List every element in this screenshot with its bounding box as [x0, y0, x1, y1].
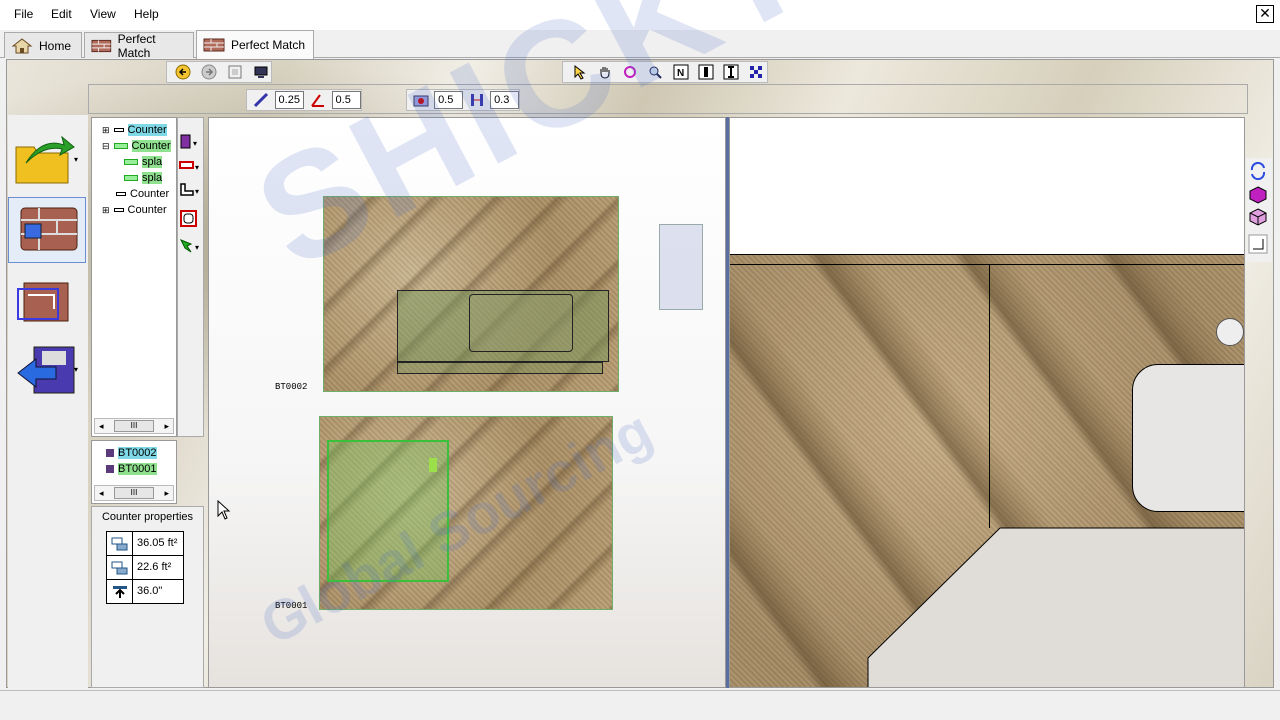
gap-field[interactable]: 0.3 — [490, 91, 519, 109]
counter-tree: ⊞ Counter ⊟ Counter spla spla Counter ⊞ Cou… — [91, 117, 177, 437]
detail-view[interactable] — [729, 117, 1245, 688]
l-shape-icon[interactable]: ▾ — [179, 182, 201, 201]
menu-view[interactable]: View — [90, 7, 116, 21]
nav-toolbar — [166, 61, 272, 83]
tab-bar: Home Perfect Match Perfect Match — [0, 30, 1280, 60]
stone-slab-icon — [203, 38, 225, 52]
view-toolbar: N — [562, 61, 768, 83]
pan-hand-icon[interactable] — [594, 61, 615, 83]
monitor-icon[interactable] — [251, 61, 271, 83]
angle-icon — [307, 89, 329, 111]
area-icon — [107, 532, 133, 555]
fit-view-icon[interactable] — [225, 61, 245, 83]
counter-properties-title: Counter properties — [101, 511, 194, 523]
split-vertical-icon[interactable] — [695, 61, 716, 83]
counter-properties-panel: Counter properties 36.05 ft² 22.6 ft² 36… — [91, 506, 204, 688]
svg-text:N: N — [677, 68, 684, 79]
ghost-piece[interactable] — [659, 224, 703, 310]
green-arrow-icon[interactable]: ▾ — [179, 238, 201, 257]
menu-bar: File Edit View Help ✕ — [0, 0, 1280, 30]
sink-cutout-outline[interactable] — [469, 294, 573, 352]
zoom-icon[interactable] — [645, 61, 666, 83]
area-row: 22.6 ft² — [107, 556, 183, 580]
normal-view-icon[interactable]: N — [670, 61, 691, 83]
offset-field[interactable]: 0.5 — [434, 91, 463, 109]
pointer-icon[interactable] — [569, 61, 590, 83]
dropdown-arrow-icon[interactable]: ▾ — [74, 155, 78, 164]
tree-item[interactable]: spla — [102, 170, 176, 186]
tab-label: Perfect Match — [117, 31, 156, 60]
stone-slab-icon — [91, 39, 112, 52]
rotate-icon[interactable] — [620, 61, 641, 83]
tab-label: Home — [39, 38, 72, 53]
left-toolbar: ▾ ▾ — [8, 115, 88, 688]
close-icon[interactable]: ✕ — [1256, 5, 1274, 23]
cube-magenta-icon[interactable] — [1248, 186, 1268, 207]
tab-home[interactable]: Home — [4, 32, 82, 58]
tree-scrollbar[interactable]: ◂ III ▸ — [94, 418, 174, 434]
grid-spacing-field[interactable]: 0.25 — [274, 91, 304, 109]
svg-text:▾: ▾ — [195, 187, 199, 196]
back-arrow-icon[interactable] — [173, 61, 193, 83]
refresh-icon[interactable] — [1248, 161, 1268, 183]
svg-text:▾: ▾ — [193, 139, 197, 148]
stone-slab-icon — [20, 207, 78, 251]
tab-perfect-match-1[interactable]: Perfect Match — [84, 31, 194, 60]
dropdown-arrow-icon[interactable]: ▾ — [74, 365, 78, 374]
camera-icon — [410, 89, 431, 111]
open-folder-icon[interactable] — [12, 133, 76, 187]
tree-item[interactable]: ⊟ Counter — [102, 138, 176, 154]
area-icon — [107, 556, 133, 579]
right-toolbar — [1246, 158, 1272, 262]
backsplash-outline[interactable] — [397, 362, 603, 374]
svg-text:▾: ▾ — [195, 243, 199, 252]
slab-list-item[interactable]: BT0002 — [106, 445, 176, 461]
menu-file[interactable]: File — [14, 7, 33, 21]
slab-list: BT0002 BT0001 ◂ III ▸ — [91, 440, 177, 504]
house-icon — [11, 37, 33, 53]
corner-icon[interactable] — [1248, 234, 1268, 257]
back-save-icon[interactable] — [14, 343, 78, 397]
document-icon[interactable]: ▾ — [179, 134, 201, 153]
menu-help[interactable]: Help — [134, 7, 159, 21]
tree-item[interactable]: ⊞ Counter — [102, 122, 176, 138]
cut-region — [867, 527, 1244, 687]
piece-handle[interactable] — [429, 458, 437, 472]
ruler-icon — [250, 89, 272, 111]
cube-icon[interactable] — [1248, 208, 1268, 229]
shape-toolstrip: ▾ ▾ ▾ ▾ — [177, 117, 204, 437]
forward-arrow-icon[interactable] — [199, 61, 219, 83]
slab-label: BT0001 — [275, 601, 308, 611]
height-row: 36.0" — [107, 580, 183, 604]
split-horizontal-icon[interactable] — [721, 61, 742, 83]
rectangle-shape-icon[interactable]: ▾ — [179, 158, 201, 177]
height-icon — [107, 580, 133, 603]
slab-layout-button[interactable] — [8, 197, 86, 263]
tab-label: Perfect Match — [231, 38, 306, 52]
tab-perfect-match-2[interactable]: Perfect Match — [196, 30, 314, 59]
grid-settings: 0.25 0.5 — [246, 89, 362, 111]
area-row: 36.05 ft² — [107, 532, 183, 556]
slab-list-scrollbar[interactable]: ◂ III ▸ — [94, 485, 174, 501]
tree-item[interactable]: spla — [102, 154, 176, 170]
sink-cutout-icon[interactable] — [179, 210, 201, 231]
slab-canvas[interactable]: BT0002 BT0001 — [208, 117, 726, 688]
checker-icon[interactable] — [746, 61, 767, 83]
menu-edit[interactable]: Edit — [51, 7, 72, 21]
mouse-cursor-icon — [217, 499, 231, 523]
tree-item[interactable]: Counter — [102, 186, 176, 202]
gap-icon — [466, 89, 487, 111]
offset-settings: 0.5 0.3 — [406, 89, 520, 111]
counter-layout-icon[interactable] — [14, 275, 78, 329]
angle-field[interactable]: 0.5 — [331, 91, 361, 109]
svg-text:▾: ▾ — [195, 163, 199, 172]
status-bar — [0, 690, 1280, 720]
slab-label: BT0002 — [275, 382, 308, 392]
tree-item[interactable]: ⊞ Counter — [102, 202, 176, 218]
slab-list-item[interactable]: BT0001 — [106, 461, 176, 477]
